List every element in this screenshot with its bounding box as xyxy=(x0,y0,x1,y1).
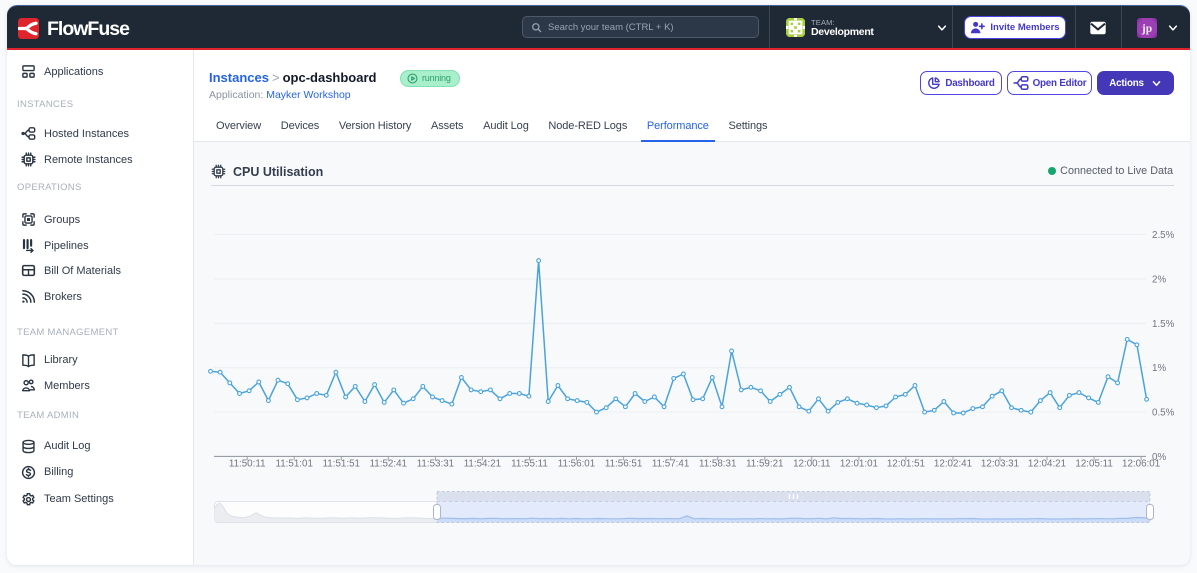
svg-text:12:05:11: 12:05:11 xyxy=(1075,459,1112,470)
svg-text:1.5%: 1.5% xyxy=(1152,319,1175,330)
svg-text:11:51:51: 11:51:51 xyxy=(323,459,360,470)
svg-text:11:56:01: 11:56:01 xyxy=(558,459,595,470)
svg-text:11:51:01: 11:51:01 xyxy=(275,459,312,470)
svg-text:11:52:41: 11:52:41 xyxy=(370,459,407,470)
svg-text:12:01:51: 12:01:51 xyxy=(887,459,925,470)
svg-text:11:58:31: 11:58:31 xyxy=(699,459,736,470)
svg-text:2.5%: 2.5% xyxy=(1152,230,1175,241)
svg-text:12:06:01: 12:06:01 xyxy=(1122,459,1160,470)
svg-text:11:59:21: 11:59:21 xyxy=(746,459,783,470)
svg-text:11:57:41: 11:57:41 xyxy=(652,459,689,470)
svg-text:11:56:51: 11:56:51 xyxy=(605,459,642,470)
svg-text:12:04:21: 12:04:21 xyxy=(1028,459,1066,470)
svg-text:12:02:41: 12:02:41 xyxy=(934,459,972,470)
svg-text:11:53:31: 11:53:31 xyxy=(417,459,454,470)
svg-text:11:50:11: 11:50:11 xyxy=(229,459,266,470)
svg-text:11:54:21: 11:54:21 xyxy=(464,459,501,470)
svg-text:1%: 1% xyxy=(1152,363,1166,374)
svg-text:0.5%: 0.5% xyxy=(1152,408,1175,419)
svg-text:2%: 2% xyxy=(1152,275,1166,286)
svg-text:11:55:11: 11:55:11 xyxy=(511,459,548,470)
svg-text:12:03:31: 12:03:31 xyxy=(981,459,1019,470)
svg-text:12:01:01: 12:01:01 xyxy=(840,459,878,470)
svg-text:jp: jp xyxy=(1141,23,1152,35)
svg-text:12:00:11: 12:00:11 xyxy=(793,459,830,470)
